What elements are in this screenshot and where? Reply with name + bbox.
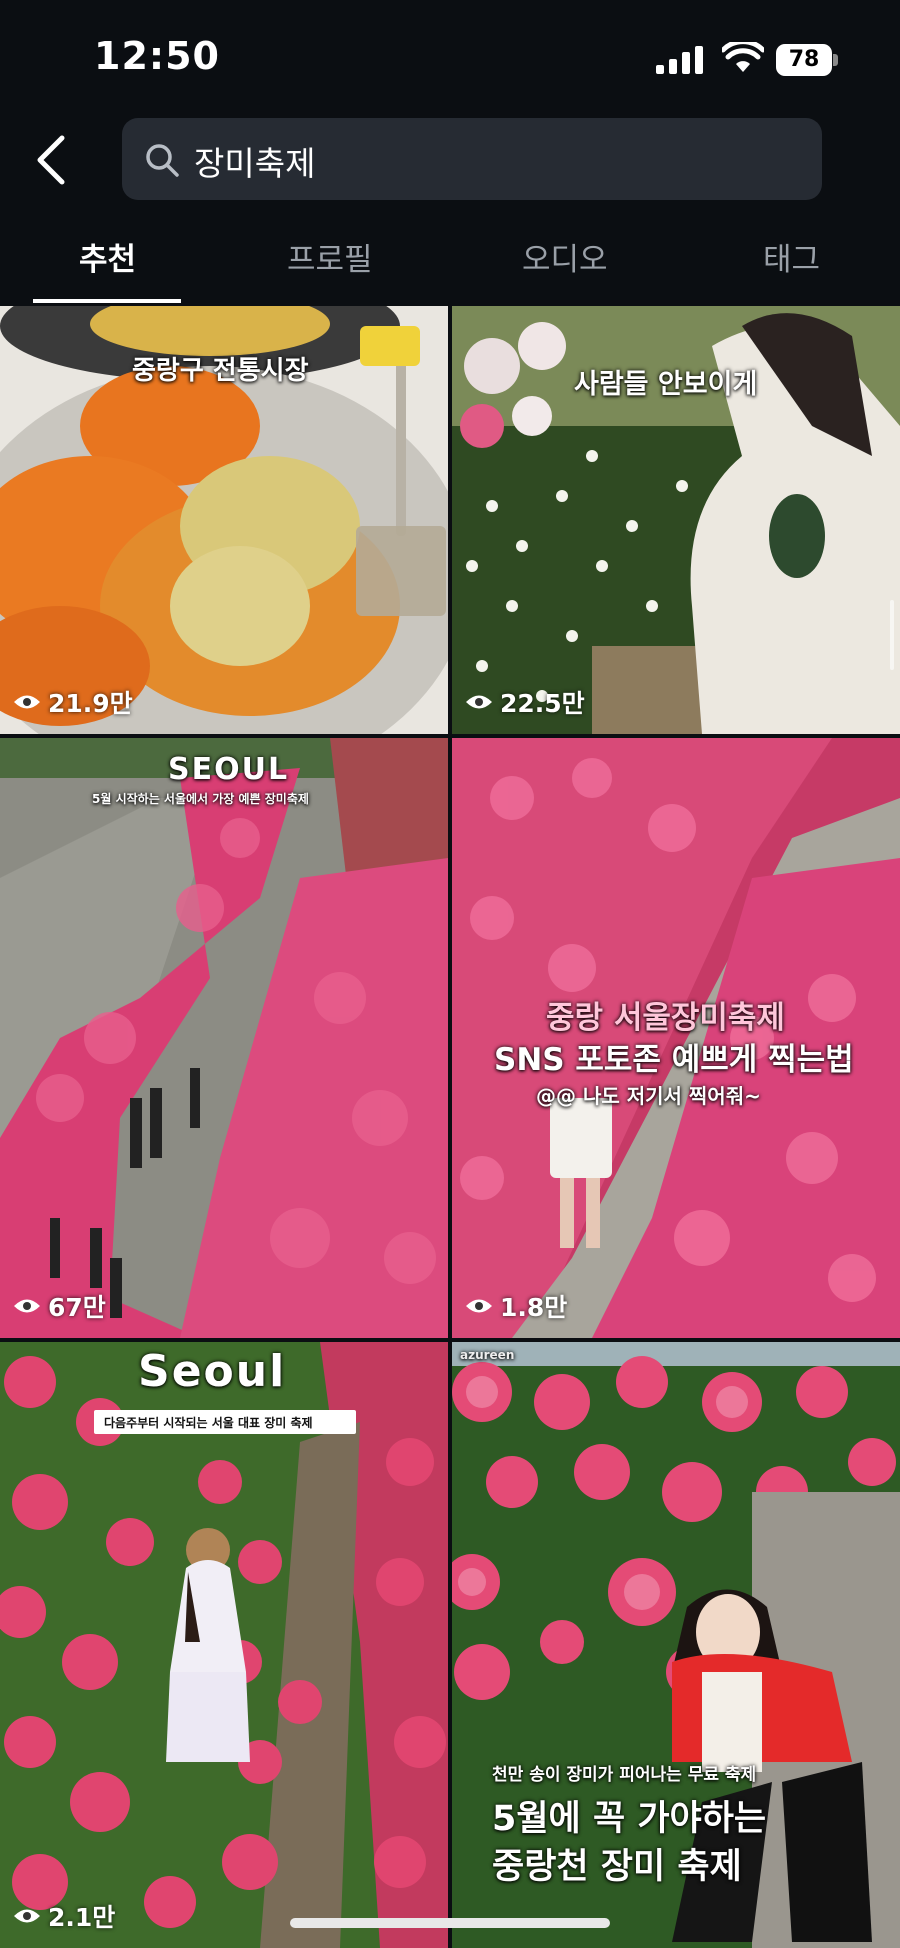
view-count-value: 2.1만 bbox=[48, 1903, 116, 1932]
battery-level: 78 bbox=[788, 47, 820, 72]
view-count-value: 21.9만 bbox=[48, 689, 133, 718]
watermark: azureen bbox=[460, 1348, 515, 1362]
tile-caption: 사람들 안보이게 bbox=[574, 369, 758, 400]
status-bar: 12:50 78 bbox=[0, 0, 900, 110]
view-count-value: 67만 bbox=[48, 1293, 106, 1322]
tile-caption-title: SEOUL bbox=[168, 752, 290, 787]
tile-caption-line: 중랑천 장미 축제 bbox=[492, 1847, 742, 1887]
home-indicator[interactable] bbox=[290, 1918, 610, 1928]
tile-caption-title: Seoul bbox=[138, 1346, 287, 1397]
tile-caption-line: 중랑 서울장미축제 bbox=[546, 1000, 785, 1036]
wifi-icon bbox=[722, 42, 764, 72]
eye-icon bbox=[14, 695, 40, 709]
grid-tile[interactable]: 사람들 안보이게 22.5만 bbox=[452, 306, 900, 734]
view-count-value: 22.5만 bbox=[500, 689, 585, 718]
tile-thumbnail bbox=[0, 738, 448, 1338]
grid-tile[interactable]: 중랑구 전통시장 21.9만 bbox=[0, 306, 448, 734]
eye-icon bbox=[14, 1299, 40, 1313]
eye-icon bbox=[466, 1299, 492, 1313]
view-count: 67만 bbox=[12, 1288, 106, 1324]
tab-audio[interactable]: 오디오 bbox=[522, 234, 608, 279]
results-grid: 중랑구 전통시장 21.9만 사람들 안보이게 22.5만 SEOUL 5월 시… bbox=[0, 306, 900, 1948]
grid-tile[interactable]: Seoul 다음주부터 시작되는 서울 대표 장미 축제 2.1만 bbox=[0, 1342, 448, 1948]
back-chevron-icon[interactable] bbox=[28, 130, 76, 190]
tile-caption: 중랑구 전통시장 bbox=[132, 356, 309, 386]
active-tab-indicator bbox=[33, 299, 181, 303]
battery-icon: 78 bbox=[776, 44, 838, 76]
tile-caption-line: 천만 송이 장미가 피어나는 무료 축제 bbox=[492, 1765, 757, 1785]
search-input[interactable]: 장미축제 bbox=[122, 118, 822, 200]
view-count: 21.9만 bbox=[12, 684, 133, 720]
grid-tile[interactable]: 중랑 서울장미축제 SNS 포토존 예쁘게 찍는법 @@ 나도 저기서 찍어줘~… bbox=[452, 738, 900, 1338]
tile-caption-line: @@ 나도 저기서 찍어줘~ bbox=[536, 1084, 761, 1108]
eye-icon bbox=[14, 1909, 40, 1923]
view-count-value: 1.8만 bbox=[500, 1293, 568, 1322]
tile-caption-line: SNS 포토존 예쁘게 찍는법 bbox=[494, 1042, 854, 1078]
tab-recommended[interactable]: 추천 bbox=[79, 234, 136, 279]
cellular-signal-icon bbox=[656, 46, 703, 74]
view-count: 22.5만 bbox=[464, 684, 585, 720]
view-count: 1.8만 bbox=[464, 1288, 567, 1324]
grid-tile[interactable]: azureen 천만 송이 장미가 피어나는 무료 축제 5월에 꼭 가야하는 … bbox=[452, 1342, 900, 1948]
tab-profile[interactable]: 프로필 bbox=[287, 234, 373, 279]
tile-caption-line: 5월에 꼭 가야하는 bbox=[492, 1799, 767, 1839]
eye-icon bbox=[466, 695, 492, 709]
view-count: 2.1만 bbox=[12, 1898, 115, 1934]
tile-caption-subtitle: 다음주부터 시작되는 서울 대표 장미 축제 bbox=[104, 1416, 313, 1430]
grid-tile[interactable]: SEOUL 5월 시작하는 서울에서 가장 예쁜 장미축제 67만 bbox=[0, 738, 448, 1338]
status-time: 12:50 bbox=[94, 34, 220, 78]
tab-tags[interactable]: 태그 bbox=[763, 234, 820, 279]
search-icon bbox=[146, 144, 179, 177]
scrollbar-thumb[interactable] bbox=[890, 600, 894, 670]
tile-caption-subtitle: 5월 시작하는 서울에서 가장 예쁜 장미축제 bbox=[92, 792, 309, 806]
search-tabs: 추천 프로필 오디오 태그 bbox=[0, 226, 900, 306]
search-query: 장미축제 bbox=[194, 144, 316, 183]
